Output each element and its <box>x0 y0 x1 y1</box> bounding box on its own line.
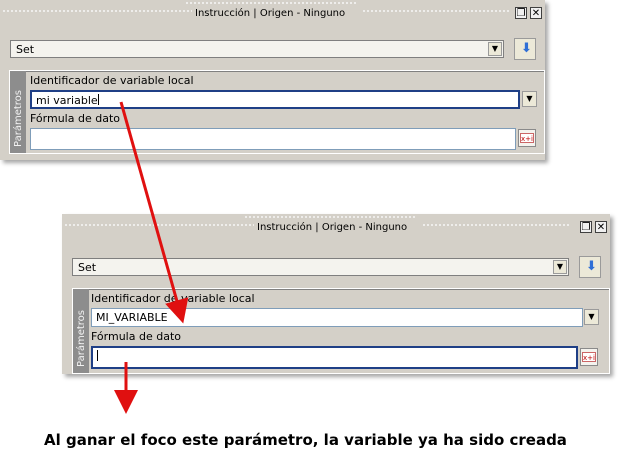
annotation-arrows <box>114 101 189 414</box>
annotation-arrow-var-link <box>119 101 189 324</box>
annotation-caption: Al ganar el foco este parámetro, la vari… <box>44 431 567 449</box>
